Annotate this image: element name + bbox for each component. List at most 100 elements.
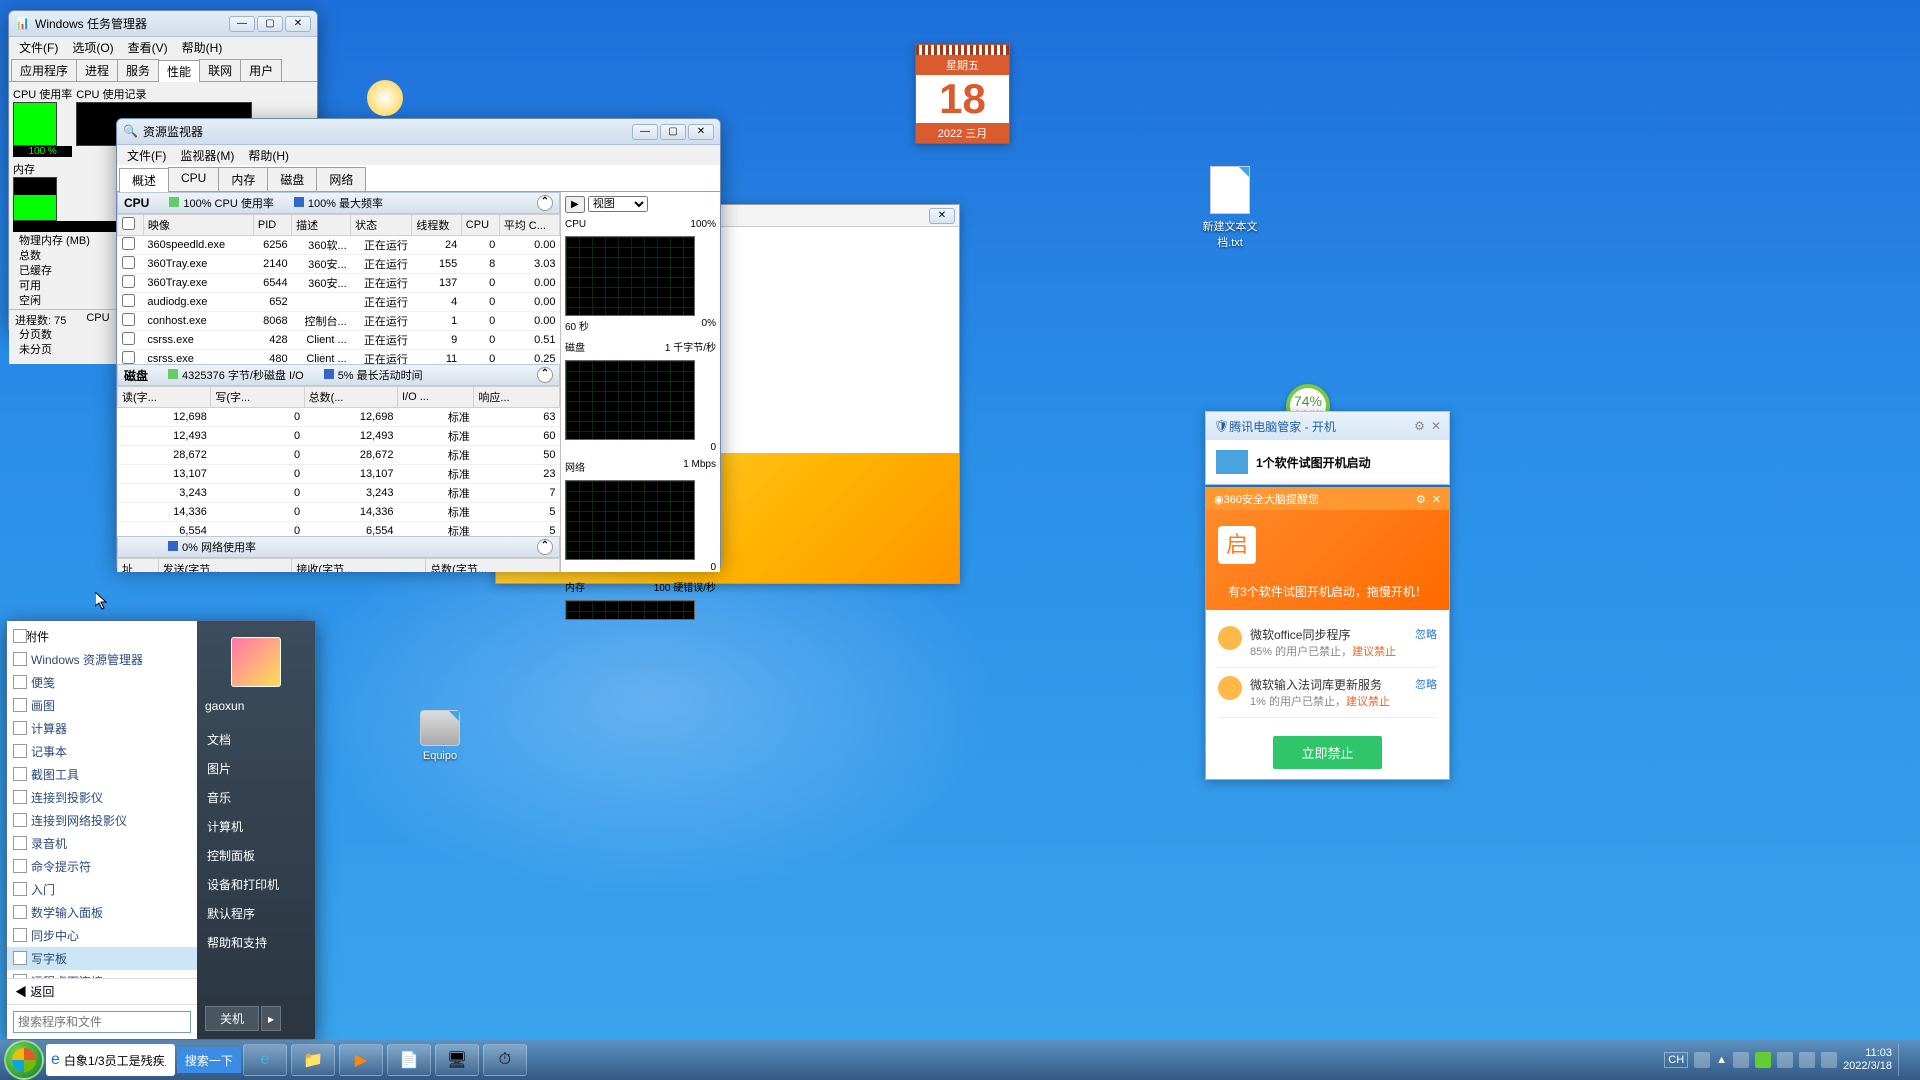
desktop-icon-equipo[interactable]: Equipo — [400, 710, 480, 762]
start-program-item[interactable]: 数学输入面板 — [7, 901, 197, 924]
start-program-item[interactable]: 记事本 — [7, 740, 197, 763]
tray-clock[interactable]: 11:03 2022/3/18 — [1843, 1047, 1892, 1073]
resmon-cpu-header[interactable]: CPU 100% CPU 使用率 100% 最大频率 ⌃ — [117, 192, 560, 214]
taskmgr-tab-svcs[interactable]: 服务 — [117, 59, 159, 81]
show-desktop[interactable] — [1898, 1044, 1908, 1076]
resmon-disk-col[interactable]: 响应... — [474, 387, 560, 408]
resmon-disk-row[interactable]: 3,24303,243标准7 — [118, 484, 560, 503]
resmon-net-col[interactable]: 接收(字节... — [292, 559, 426, 573]
start-right-link[interactable]: 帮助和支持 — [205, 928, 307, 957]
resmon-cpu-col[interactable]: 映像 — [143, 215, 253, 236]
resmon-disk-col[interactable]: 写(字... — [211, 387, 304, 408]
resmon-net-col[interactable]: 发送(字节... — [158, 559, 292, 573]
resmon-cpu-checkall[interactable] — [122, 217, 135, 230]
resmon-menu-help[interactable]: 帮助(H) — [242, 145, 295, 166]
start-right-link[interactable]: 默认程序 — [205, 899, 307, 928]
tencent-close[interactable]: ✕ — [1431, 419, 1441, 433]
taskmgr-max[interactable]: ▢ — [257, 16, 283, 32]
resmon-disk-row[interactable]: 13,107013,107标准23 — [118, 465, 560, 484]
resmon-row-check[interactable] — [122, 351, 135, 364]
resmon-row-check[interactable] — [122, 294, 135, 307]
start-program-item[interactable]: 便笺 — [7, 671, 197, 694]
start-right-link[interactable]: 图片 — [205, 754, 307, 783]
taskbar-search-input[interactable] — [60, 1047, 170, 1073]
tray-ime-icon[interactable] — [1694, 1052, 1710, 1068]
installer-close[interactable]: ✕ — [929, 208, 955, 224]
resmon-disk-row[interactable]: 12,698012,698标准63 — [118, 408, 560, 427]
resmon-tab-disk[interactable]: 磁盘 — [267, 167, 317, 191]
start-right-link[interactable]: 音乐 — [205, 783, 307, 812]
resmon-tab-overview[interactable]: 概述 — [119, 168, 169, 192]
resmon-net-col[interactable]: 总数(字节... — [426, 559, 560, 573]
start-right-link[interactable]: 计算机 — [205, 812, 307, 841]
taskmgr-tab-net[interactable]: 联网 — [199, 59, 241, 81]
calendar-gadget[interactable]: 星期五 18 2022 三月 — [915, 44, 1010, 144]
start-shutdown-button[interactable]: 关机 — [205, 1006, 259, 1031]
resmon-disk-col[interactable]: 总数(... — [304, 387, 397, 408]
taskmgr-tab-procs[interactable]: 进程 — [76, 59, 118, 81]
resmon-tab-cpu[interactable]: CPU — [168, 167, 219, 191]
resmon-net-col[interactable]: 址 — [118, 559, 159, 573]
resmon-cpu-row[interactable]: csrss.exe428Client ...正在运行900.51 — [118, 331, 560, 350]
resmon-cpu-col[interactable]: 状态 — [351, 215, 412, 236]
resmon-cpu-col[interactable]: 平均 C... — [499, 215, 559, 236]
resmon-close[interactable]: ✕ — [688, 124, 714, 140]
taskmgr-titlebar[interactable]: 📊 Windows 任务管理器 — ▢ ✕ — [9, 11, 317, 37]
taskbar-taskmgr[interactable]: 🖥 — [435, 1044, 479, 1076]
resmon-view-select[interactable]: 视图 — [588, 196, 648, 212]
taskmgr-min[interactable]: — — [229, 16, 255, 32]
start-program-item[interactable]: 连接到网络投影仪 — [7, 809, 197, 832]
resmon-disk-row[interactable]: 12,493012,493标准60 — [118, 427, 560, 446]
resmon-disk-row[interactable]: 14,336014,336标准5 — [118, 503, 560, 522]
tray-360-icon[interactable] — [1755, 1052, 1771, 1068]
resmon-row-check[interactable] — [122, 237, 135, 250]
start-program-item[interactable]: 画图 — [7, 694, 197, 717]
taskmgr-tab-users[interactable]: 用户 — [240, 59, 282, 81]
resmon-menu-monitor[interactable]: 监视器(M) — [174, 145, 240, 166]
taskmgr-tab-perf[interactable]: 性能 — [158, 60, 200, 82]
resmon-disk-row[interactable]: 6,55406,554标准5 — [118, 522, 560, 537]
resmon-net-header[interactable]: 网络 0% 网络使用率 ⌃ — [117, 536, 560, 558]
taskmgr-menu-view[interactable]: 查看(V) — [122, 37, 174, 58]
resmon-disk-collapse[interactable]: ⌃ — [537, 367, 553, 383]
resmon-net-collapse[interactable]: ⌃ — [537, 539, 553, 555]
start-program-item[interactable]: 写字板 — [7, 947, 197, 970]
taskmgr-menu-file[interactable]: 文件(F) — [13, 37, 64, 58]
tray-network-icon[interactable] — [1799, 1052, 1815, 1068]
resmon-disk-col[interactable]: 读(字... — [118, 387, 211, 408]
resmon-cpu-collapse[interactable]: ⌃ — [537, 195, 553, 211]
start-program-item[interactable]: 命令提示符 — [7, 855, 197, 878]
resmon-cpu-row[interactable]: audiodg.exe652正在运行400.00 — [118, 293, 560, 312]
taskmgr-menu-options[interactable]: 选项(O) — [66, 37, 119, 58]
tray-battery-icon[interactable] — [1777, 1052, 1793, 1068]
360-item-ignore[interactable]: 忽略 — [1415, 626, 1437, 642]
360-settings-icon[interactable]: ⚙ — [1416, 493, 1426, 506]
start-right-link[interactable]: 文档 — [205, 725, 307, 754]
start-program-item[interactable]: Windows 资源管理器 — [7, 648, 197, 671]
resmon-titlebar[interactable]: 🔍 资源监视器 — ▢ ✕ — [117, 119, 720, 145]
start-user-avatar[interactable] — [231, 637, 281, 687]
taskmgr-menu-help[interactable]: 帮助(H) — [176, 37, 229, 58]
resmon-menu-file[interactable]: 文件(F) — [121, 145, 172, 166]
start-button[interactable] — [4, 1040, 44, 1080]
360-item-ignore[interactable]: 忽略 — [1415, 676, 1437, 692]
taskbar-wmp[interactable]: ▶ — [339, 1044, 383, 1076]
resmon-disk-col[interactable]: I/O ... — [397, 387, 473, 408]
start-program-item[interactable]: 连接到投影仪 — [7, 786, 197, 809]
resmon-min[interactable]: — — [632, 124, 658, 140]
start-back[interactable]: ◀ 返回 — [7, 978, 197, 1004]
resmon-cpu-row[interactable]: 360speedld.exe6256360软...正在运行2400.00 — [118, 236, 560, 255]
resmon-disk-row[interactable]: 28,672028,672标准50 — [118, 446, 560, 465]
resmon-row-check[interactable] — [122, 275, 135, 288]
taskbar-explorer[interactable]: 📁 — [291, 1044, 335, 1076]
start-shutdown-menu[interactable]: ▸ — [261, 1006, 281, 1031]
taskmgr-close[interactable]: ✕ — [285, 16, 311, 32]
resmon-cpu-col[interactable]: CPU — [461, 215, 499, 236]
resmon-cpu-col[interactable]: 描述 — [292, 215, 351, 236]
start-program-item[interactable]: 入门 — [7, 878, 197, 901]
start-right-link[interactable]: 控制面板 — [205, 841, 307, 870]
resmon-cpu-row[interactable]: csrss.exe480Client ...正在运行1100.25 — [118, 350, 560, 365]
taskbar-search-button[interactable]: 搜索一下 — [177, 1047, 241, 1073]
resmon-cpu-row[interactable]: conhost.exe8068控制台...正在运行100.00 — [118, 312, 560, 331]
resmon-row-check[interactable] — [122, 313, 135, 326]
